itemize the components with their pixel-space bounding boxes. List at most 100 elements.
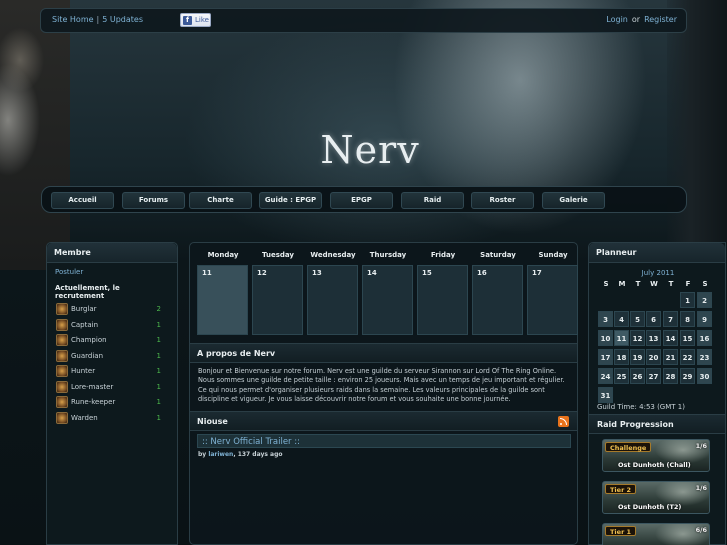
month-day-cell[interactable]: 7 (663, 311, 678, 327)
month-day-cell[interactable]: 8 (680, 311, 695, 327)
calendar-day-cell[interactable]: 14 (362, 265, 413, 335)
month-day-cell[interactable]: 22 (680, 349, 695, 365)
rune-keeper-class-icon (56, 396, 68, 408)
month-day-cell[interactable]: 24 (598, 368, 613, 384)
month-day-cell[interactable]: 18 (614, 349, 629, 365)
month-day-cell[interactable]: 26 (630, 368, 645, 384)
about-text: Bonjour et Bienvenue sur notre forum. Ne… (198, 367, 565, 404)
day-name: Saturday (480, 251, 516, 259)
class-row-captain[interactable]: Captain 1 (47, 318, 177, 334)
class-count: 1 (156, 413, 161, 422)
month-day-cell[interactable]: 14 (663, 330, 678, 346)
month-day-cell[interactable]: 19 (630, 349, 645, 365)
calendar-day-cell[interactable]: 16 (472, 265, 523, 335)
raid-banner-tier1[interactable]: Tier 1 6/6 (602, 523, 710, 545)
month-day-cell[interactable]: 31 (598, 387, 613, 403)
calendar-day-cell[interactable]: 17 (527, 265, 578, 335)
class-name: Hunter (71, 367, 96, 375)
class-row-rune-keeper[interactable]: Rune-keeper 1 (47, 395, 177, 411)
month-day-cell[interactable]: 2 (697, 292, 712, 308)
facebook-like-button[interactable]: f Like (180, 13, 211, 27)
guardian-class-icon (56, 349, 68, 362)
month-day-cell[interactable]: 13 (646, 330, 661, 346)
class-count: 1 (156, 320, 161, 329)
nav-epgp[interactable]: EPGP (330, 192, 393, 209)
nav-roster[interactable]: Roster (471, 192, 534, 209)
raid-name: Ost Dunhoth (Chall) (618, 461, 691, 469)
planner-panel: Planneur July 2011 Guild Time: 4:53 (GMT… (588, 242, 726, 545)
class-count: 1 (156, 351, 161, 360)
news-meta: by lariwen, 137 days ago (198, 451, 283, 458)
month-day-cell[interactable]: 21 (663, 349, 678, 365)
login-link[interactable]: Login (606, 15, 628, 24)
guild-time: Guild Time: 4:53 (GMT 1) (597, 403, 685, 411)
month-day-cell[interactable]: 6 (646, 311, 661, 327)
class-name: Lore-master (71, 382, 114, 391)
month-day-cell[interactable]: 4 (614, 311, 629, 327)
site-home-link[interactable]: Site Home (52, 15, 94, 24)
news-heading: Niouse (190, 411, 577, 431)
month-day-cell[interactable]: 25 (614, 368, 629, 384)
nav-accueil[interactable]: Accueil (51, 192, 114, 209)
wizard-artwork (0, 0, 70, 270)
rss-icon[interactable] (558, 416, 569, 427)
calendar-day-cell-today[interactable]: 11 (197, 265, 248, 335)
month-day-cell[interactable]: 17 (598, 349, 613, 365)
month-day-cell[interactable]: 28 (663, 368, 678, 384)
month-day-cell[interactable]: 30 (697, 368, 712, 384)
month-day-cell[interactable]: 10 (598, 330, 613, 346)
nav-raid[interactable]: Raid (401, 192, 464, 209)
class-row-burglar[interactable]: Burglar 2 (47, 302, 177, 318)
month-day-cell[interactable]: 20 (646, 349, 661, 365)
nav-guide-epgp[interactable]: Guide : EPGP (259, 192, 322, 209)
month-day-cell[interactable]: 9 (697, 311, 712, 327)
burglar-class-icon (56, 303, 68, 315)
calendar-day-cell[interactable]: 12 (252, 265, 303, 335)
author-link[interactable]: lariwen (208, 451, 233, 458)
month-day-cell[interactable]: 1 (680, 292, 695, 308)
class-row-guardian[interactable]: Guardian 1 (47, 349, 177, 365)
news-title: Niouse (197, 417, 228, 426)
day-name: Thursday (369, 251, 407, 259)
month-day-cell[interactable]: 27 (646, 368, 661, 384)
captain-class-icon (56, 318, 68, 331)
month-day-cell[interactable]: 23 (697, 349, 712, 365)
about-heading: A propos de Nerv (190, 343, 577, 363)
register-link[interactable]: Register (644, 15, 677, 24)
facebook-icon: f (183, 16, 192, 25)
month-day-cell[interactable]: 29 (680, 368, 695, 384)
nav-galerie[interactable]: Galerie (542, 192, 605, 209)
class-row-lore-master[interactable]: Lore-master 1 (47, 380, 177, 396)
membre-title: Membre (47, 243, 177, 263)
calendar-day-cell[interactable]: 13 (307, 265, 358, 335)
weekday-label: S (702, 280, 708, 288)
class-count: 1 (156, 382, 161, 391)
month-day-cell[interactable]: 12 (630, 330, 645, 346)
class-row-warden[interactable]: Warden 1 (47, 411, 177, 427)
calendar-day-cell[interactable]: 15 (417, 265, 468, 335)
day-name: Sunday (538, 251, 568, 259)
weekday-label: S (603, 280, 609, 288)
month-day-cell[interactable]: 5 (630, 311, 645, 327)
postuler-link[interactable]: Postuler (47, 263, 177, 281)
class-name: Burglar (71, 305, 97, 313)
raid-banner-challenge[interactable]: Challenge 1/6 Ost Dunhoth (Chall) (602, 439, 710, 472)
top-links: Site Home | 5 Updates (52, 15, 143, 24)
month-label[interactable]: July 2011 (589, 269, 727, 277)
raid-banner-tier2[interactable]: Tier 2 1/6 Ost Dunhoth (T2) (602, 481, 710, 514)
news-item-link[interactable]: :: Nerv Official Trailer :: (197, 434, 571, 448)
month-day-cell[interactable]: 15 (680, 330, 695, 346)
nav-forums[interactable]: Forums (122, 192, 185, 209)
site-logo[interactable]: Nerv (300, 128, 440, 178)
weekday-label: W (650, 280, 658, 288)
class-row-hunter[interactable]: Hunter 1 (47, 364, 177, 380)
updates-link[interactable]: 5 Updates (102, 15, 143, 24)
month-day-cell[interactable]: 11 (614, 330, 629, 346)
tier-badge: Challenge (605, 442, 652, 452)
class-row-champion[interactable]: Champion 1 (47, 333, 177, 349)
recruitment-title: Actuellement, le recrutement (55, 284, 120, 300)
month-day-cell[interactable]: 16 (697, 330, 712, 346)
user-links: Login or Register (606, 15, 677, 24)
nav-charte[interactable]: Charte (189, 192, 252, 209)
month-day-cell[interactable]: 3 (598, 311, 613, 327)
